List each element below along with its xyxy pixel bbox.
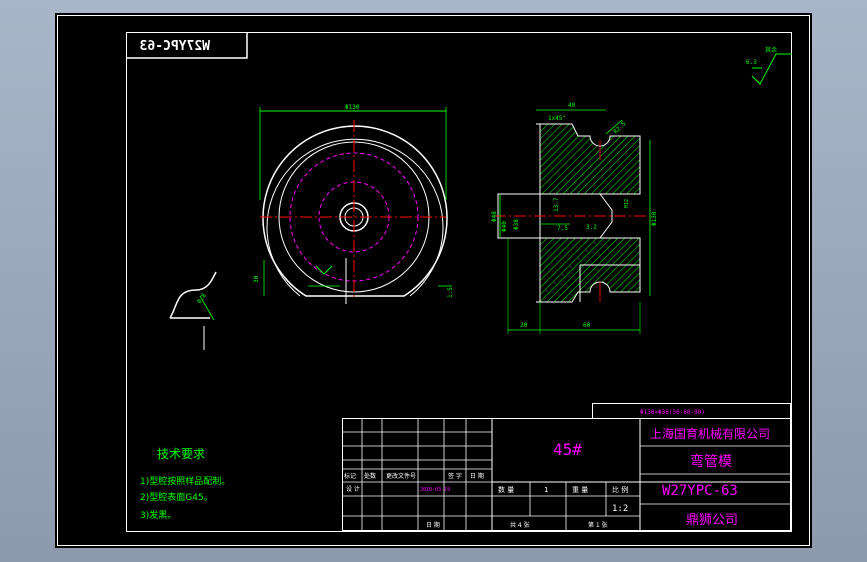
section-top-width: 40	[568, 102, 576, 109]
owner-name: 鼎狮公司	[686, 513, 738, 528]
row-label: 日 期	[470, 472, 484, 480]
section-bore-dim-2: Φ40	[501, 221, 508, 232]
section-outer-height: Φ130	[651, 211, 658, 226]
section-chamfer: 1x45°	[548, 115, 566, 122]
design-label: 设 计	[346, 485, 360, 493]
quantity-value: 1	[544, 486, 548, 494]
surface-finish-note: 其余	[765, 46, 777, 54]
tech-requirement-item: 3)发黑。	[140, 509, 176, 521]
row-label: 签 字	[448, 472, 462, 480]
sheet-total: 共 4 张	[510, 521, 530, 529]
weight-label: 重 量	[572, 486, 588, 494]
scale-label: 比 例	[612, 485, 628, 494]
header-note: Φ130×Φ36(50-60-90)	[640, 409, 705, 416]
mirrored-part-code: W27YPC-63	[140, 39, 210, 54]
section-bottom-total: 60	[583, 322, 591, 329]
section-inner-value: 3.2	[586, 224, 597, 231]
section-thread: M12	[624, 199, 630, 208]
section-left-small: 13.7	[553, 197, 560, 212]
part-name: 弯管模	[690, 453, 732, 470]
surface-finish-value: 6.3	[746, 59, 757, 66]
cad-drawing-canvas: W27YPC-63 其余 6.3 Φ130 30 1.5 0.8 40 1x45…	[55, 13, 812, 548]
section-lower-half	[536, 237, 641, 303]
section-bore-dim-1: Φ48	[491, 211, 498, 222]
sheet-number: 第 1 张	[588, 521, 608, 529]
row-label: 标记	[344, 472, 356, 480]
section-bottom-left: 20	[520, 322, 528, 329]
scale-value: 1:2	[612, 504, 628, 514]
company-name: 上海国育机械有限公司	[650, 426, 770, 441]
section-bore-dim-3: Φ38	[513, 219, 520, 230]
part-code: W27YPC-63	[662, 483, 738, 499]
row-label: 处数	[364, 472, 376, 480]
tech-requirements-title: 技术要求	[157, 447, 205, 461]
design-date: 2019-03-19	[420, 487, 450, 493]
front-slot-label: 1.5	[447, 287, 454, 298]
tech-requirement-item: 1)型腔按照样品配制。	[140, 475, 230, 487]
tech-requirement-item: 2)型腔表面G45。	[140, 491, 213, 503]
material-label: 45#	[553, 440, 582, 459]
front-height-label: 30	[253, 275, 260, 283]
row-label: 更改文件号	[386, 472, 416, 480]
section-inner-width: 7.5	[557, 225, 568, 232]
quantity-label: 数 量	[498, 485, 514, 494]
front-diameter-label: Φ130	[345, 104, 360, 111]
date-label: 日 期	[426, 521, 440, 529]
